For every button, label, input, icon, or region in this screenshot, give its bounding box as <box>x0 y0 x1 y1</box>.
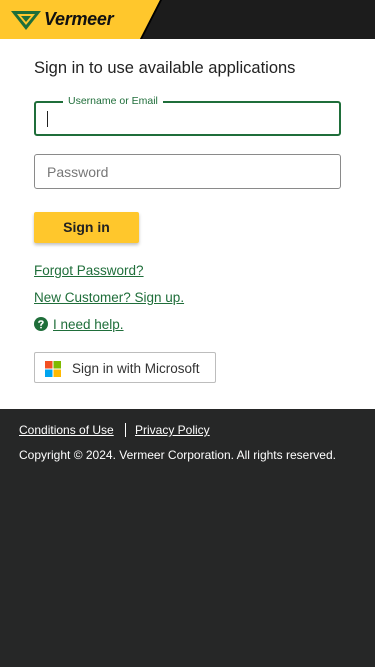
footer-separator <box>125 423 126 437</box>
help-link-label: I need help. <box>53 317 124 332</box>
forgot-password-link[interactable]: Forgot Password? <box>34 263 144 278</box>
text-caret <box>47 111 48 127</box>
microsoft-logo-icon <box>45 361 61 377</box>
new-customer-signup-link[interactable]: New Customer? Sign up. <box>34 290 184 305</box>
password-field[interactable]: Password <box>34 154 341 189</box>
username-label: Username or Email <box>63 95 163 107</box>
sign-in-with-microsoft-button[interactable]: Sign in with Microsoft <box>34 352 216 383</box>
vermeer-v-logo-icon <box>11 11 41 30</box>
privacy-policy-link[interactable]: Privacy Policy <box>135 423 210 437</box>
copyright-text: Copyright © 2024. Vermeer Corporation. A… <box>19 448 336 462</box>
login-panel: Sign in to use available applications Us… <box>0 39 375 409</box>
question-circle-icon <box>34 317 48 331</box>
sign-in-button[interactable]: Sign in <box>34 212 139 243</box>
username-field[interactable]: Username or Email <box>34 95 341 136</box>
brand-logo-text[interactable]: Vermeer <box>44 9 114 30</box>
password-placeholder: Password <box>47 164 109 180</box>
page-title: Sign in to use available applications <box>34 59 296 77</box>
site-header: Vermeer <box>0 0 375 39</box>
microsoft-button-label: Sign in with Microsoft <box>72 361 200 376</box>
conditions-of-use-link[interactable]: Conditions of Use <box>19 423 114 437</box>
